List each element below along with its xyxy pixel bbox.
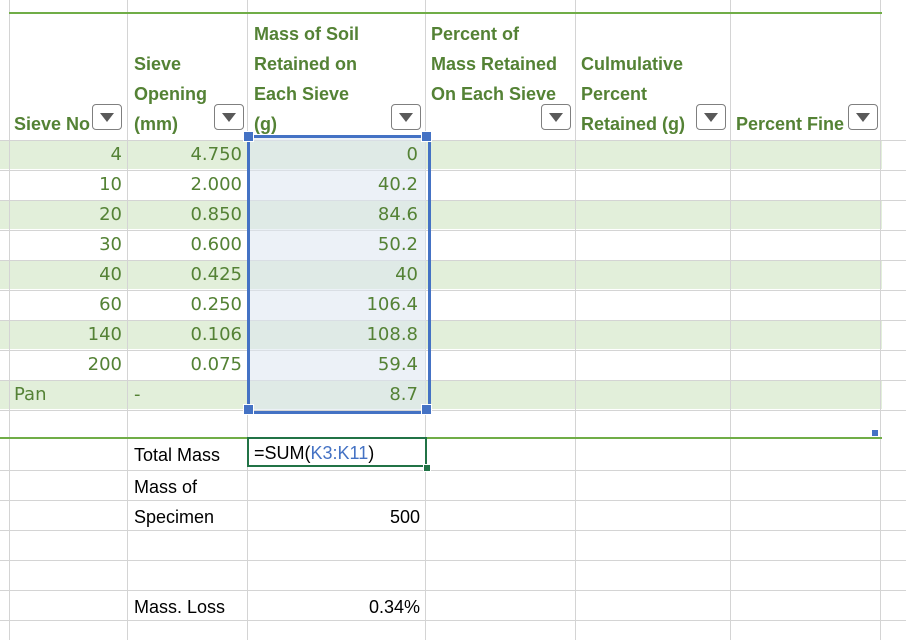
cell-sieve[interactable]: 30 [12, 230, 122, 260]
filter-dropdown-opening[interactable] [214, 104, 244, 130]
header-mass-line1: Mass of Soil [254, 24, 360, 44]
cell-sieve[interactable]: 200 [12, 350, 122, 380]
spreadsheet-grid[interactable]: Sieve No Sieve Opening (mm) Mass of Soil… [0, 0, 906, 640]
header-cumulative-line1: Culmulative [581, 54, 684, 74]
table-resize-handle[interactable] [872, 430, 878, 436]
specimen-label-line1: Mass of [134, 477, 198, 497]
filter-dropdown-mass[interactable] [391, 104, 421, 130]
formula-prefix: =SUM( [254, 443, 311, 463]
chevron-down-icon [100, 113, 114, 122]
chevron-down-icon [399, 113, 413, 122]
header-opening-line1: Sieve [134, 54, 182, 74]
chevron-down-icon [704, 113, 718, 122]
filter-dropdown-sieve-no[interactable] [92, 104, 122, 130]
cell-sieve[interactable]: 20 [12, 200, 122, 230]
fill-handle[interactable] [423, 464, 431, 472]
specimen-label-line2: Specimen [134, 507, 215, 527]
chevron-down-icon [856, 113, 870, 122]
formula-range-ref: K3:K11 [310, 443, 369, 463]
cell-opening[interactable]: 2.000 [130, 170, 242, 200]
header-sieve-no: Sieve No [14, 114, 91, 134]
cell-sieve[interactable]: 10 [12, 170, 122, 200]
selection-handle-bottom-right[interactable] [421, 404, 432, 415]
chevron-down-icon [549, 113, 563, 122]
cell-opening[interactable]: 0.250 [130, 290, 242, 320]
mass-loss-value[interactable]: 0.34% [250, 592, 420, 622]
total-mass-label: Total Mass [134, 445, 221, 465]
header-percent-line3: On Each Sieve [431, 84, 557, 104]
cell-opening[interactable]: 0.075 [130, 350, 242, 380]
table-bottom-border [0, 437, 882, 439]
cell-opening[interactable]: 4.750 [130, 140, 242, 170]
mass-loss-label: Mass. Loss [134, 597, 226, 617]
formula-cell-text[interactable]: =SUM(K3:K11) [254, 439, 374, 467]
selection-handle-top-right[interactable] [421, 131, 432, 142]
table-top-border [9, 12, 882, 14]
header-percent-line2: Mass Retained [431, 54, 558, 74]
header-opening-line2: Opening [134, 84, 207, 104]
cell-sieve[interactable]: 140 [12, 320, 122, 350]
filter-dropdown-percent[interactable] [541, 104, 571, 130]
header-percent-fine: Percent Fine [736, 114, 845, 134]
header-cumulative-line2: Percent [581, 84, 648, 104]
header-mass-line3: Each Sieve [254, 84, 350, 104]
chevron-down-icon [222, 113, 236, 122]
header-mass-line2: Retained on [254, 54, 358, 74]
header-percent-line1: Percent of [431, 24, 520, 44]
cell-opening[interactable]: 0.425 [130, 260, 242, 290]
cell-opening[interactable]: - [134, 380, 242, 410]
header-cumulative-line3: Retained (g) [581, 114, 686, 134]
cell-sieve[interactable]: 4 [12, 140, 122, 170]
selection-range-border [247, 135, 431, 414]
cell-opening[interactable]: 0.850 [130, 200, 242, 230]
cell-sieve[interactable]: 60 [12, 290, 122, 320]
selection-handle-bottom-left[interactable] [243, 404, 254, 415]
filter-dropdown-percent-fine[interactable] [848, 104, 878, 130]
selection-handle-top-left[interactable] [243, 131, 254, 142]
cell-sieve[interactable]: Pan [14, 380, 122, 410]
header-opening-line3: (mm) [134, 114, 178, 134]
cell-opening[interactable]: 0.106 [130, 320, 242, 350]
formula-suffix: ) [368, 443, 375, 463]
cell-sieve[interactable]: 40 [12, 260, 122, 290]
filter-dropdown-cumulative[interactable] [696, 104, 726, 130]
band-row [0, 380, 882, 409]
specimen-value[interactable]: 500 [250, 502, 420, 532]
cell-opening[interactable]: 0.600 [130, 230, 242, 260]
